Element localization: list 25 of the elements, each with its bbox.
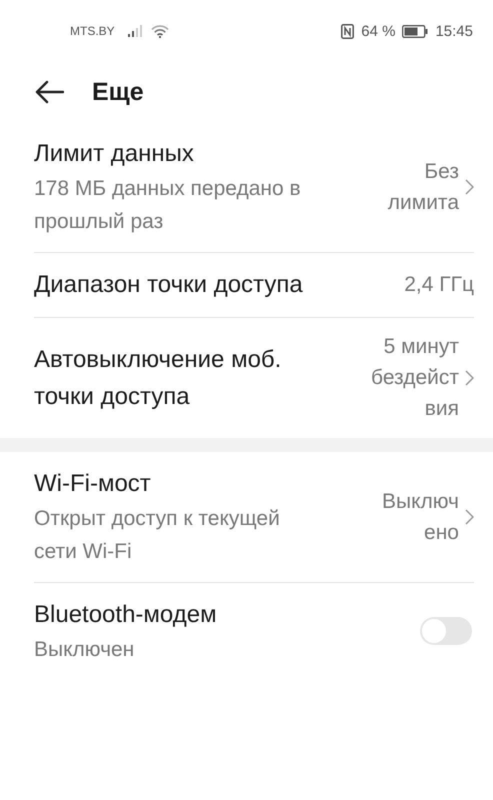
setting-description: Открыт доступ к текущей сети Wi-Fi [34,506,281,565]
setting-title[interactable]: Bluetooth-модем [34,596,309,633]
back-button[interactable] [34,78,66,106]
setting-title[interactable]: Лимит данных [34,135,309,172]
setting-title[interactable]: Wi-Fi-мост [34,465,309,502]
chevron-icon [465,178,474,194]
clock-time: 15:45 [435,22,473,40]
chevron-icon [465,508,474,524]
chevron-icon [465,370,474,386]
setting-value: 2,4 ГГц [404,272,474,298]
carrier-name: MTS.BY [70,24,115,38]
setting-title[interactable]: Диапазон точки доступа [34,266,309,303]
screen-title: Еще [92,78,144,106]
setting-title[interactable]: Автовыключение моб. точки доступа [34,340,309,414]
battery-icon [402,24,428,38]
toggle-switch[interactable] [420,617,472,645]
nfc-icon [341,24,354,38]
setting-description: 178 МБ данных передано в прошлый раз [34,176,302,235]
setting-value: Выключ ено [382,488,459,546]
wifi-icon [150,24,169,38]
signal-icon [128,25,144,37]
setting-description: Выключен [34,637,136,663]
setting-value: 5 минут бездейст вия [371,334,459,422]
battery-percent: 64 % [361,22,396,40]
setting-value: Без лимита [388,158,459,216]
